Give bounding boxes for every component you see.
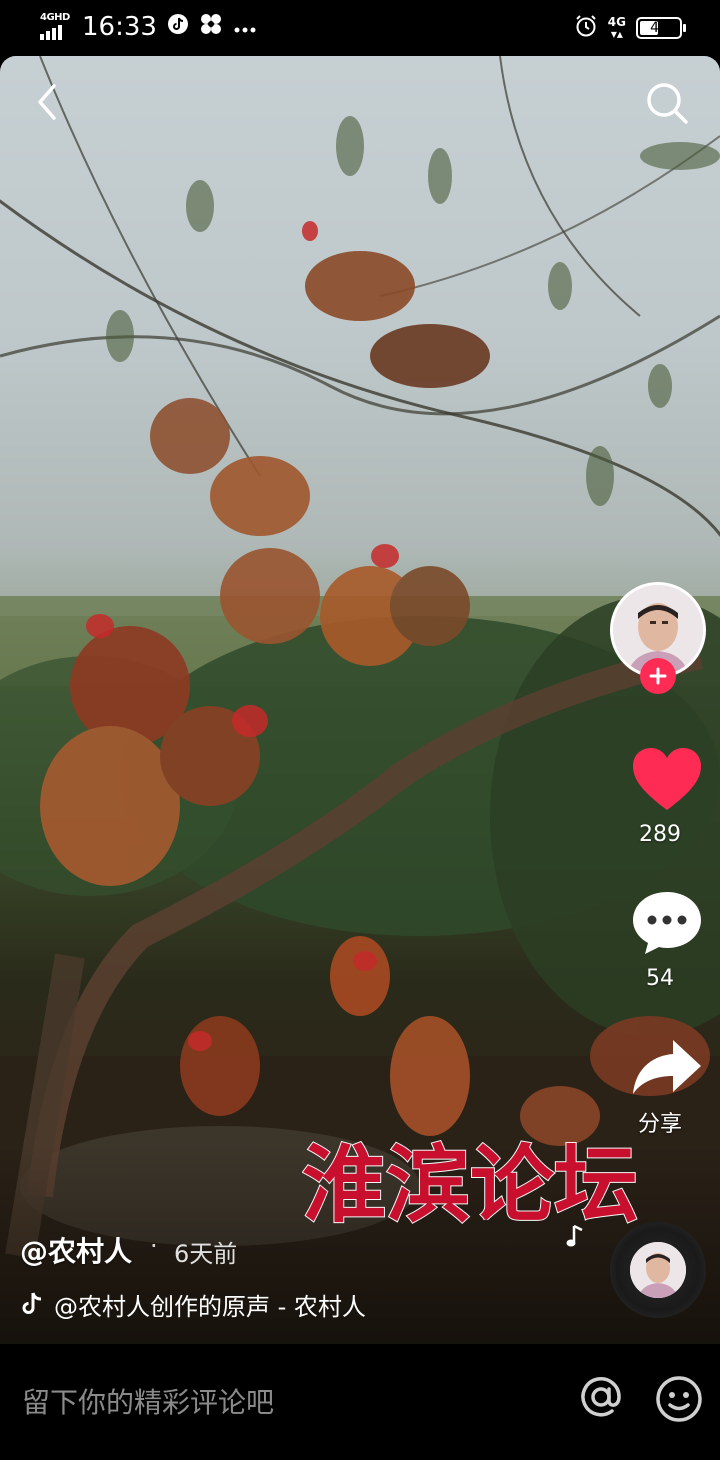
signal-icon: 4GHD — [38, 12, 72, 42]
more-notifications-icon — [233, 15, 257, 40]
comment-count: 54 — [646, 966, 674, 991]
emoji-icon — [656, 1376, 702, 1422]
status-left: 4GHD 16:33 — [38, 12, 257, 42]
mention-button[interactable] — [576, 1372, 626, 1422]
video-player[interactable]: 289 54 分享 淮滨论坛 @农村人 · 6天前 @农村人创作的原声 - 农村… — [0, 56, 720, 1344]
clock: 16:33 — [82, 12, 157, 42]
tiktok-logo-icon — [22, 1292, 42, 1314]
forum-watermark: 淮滨论坛 — [302, 1134, 639, 1234]
comment-input[interactable] — [22, 1386, 542, 1419]
battery-level: 48 — [650, 20, 668, 36]
share-icon — [633, 1040, 701, 1094]
network-4g-label: 4G ▾▴ — [607, 15, 626, 41]
plus-icon — [649, 667, 667, 685]
post-time: 6天前 — [174, 1240, 238, 1268]
music-note-icon — [566, 1222, 586, 1256]
comment-icon — [633, 892, 701, 954]
emoji-button[interactable] — [654, 1374, 704, 1424]
battery-icon: 48 — [636, 17, 686, 39]
separator-dot: · — [150, 1232, 158, 1260]
follow-button[interactable] — [640, 658, 676, 694]
music-title: @农村人创作的原声 - 农村人 — [54, 1292, 366, 1321]
music-disc-avatar — [630, 1242, 686, 1298]
tiktok-notification-icon — [167, 13, 189, 41]
like-button[interactable]: 289 — [610, 746, 710, 847]
music-disc[interactable] — [610, 1222, 706, 1318]
author-name[interactable]: @农村人 — [20, 1230, 132, 1270]
app-notification-icon — [199, 12, 223, 42]
heart-icon — [633, 748, 701, 810]
alarm-icon — [574, 14, 598, 42]
music-info[interactable]: @农村人创作的原声 - 农村人 — [20, 1288, 414, 1321]
share-button[interactable]: 分享 — [610, 1038, 710, 1138]
status-bar: 4GHD 16:33 4G ▾▴ 48 — [0, 0, 720, 56]
network-label: 4GHD — [40, 12, 70, 23]
comment-bar — [0, 1344, 720, 1460]
back-icon — [38, 84, 56, 120]
svg-text:淮滨论坛: 淮滨论坛 — [302, 1135, 638, 1234]
status-right: 4G ▾▴ 48 — [574, 14, 686, 42]
back-button[interactable] — [28, 82, 68, 122]
creator-avatar-group — [610, 582, 706, 694]
at-icon — [581, 1377, 621, 1417]
like-count: 289 — [639, 822, 681, 847]
comment-button[interactable]: 54 — [610, 890, 710, 991]
